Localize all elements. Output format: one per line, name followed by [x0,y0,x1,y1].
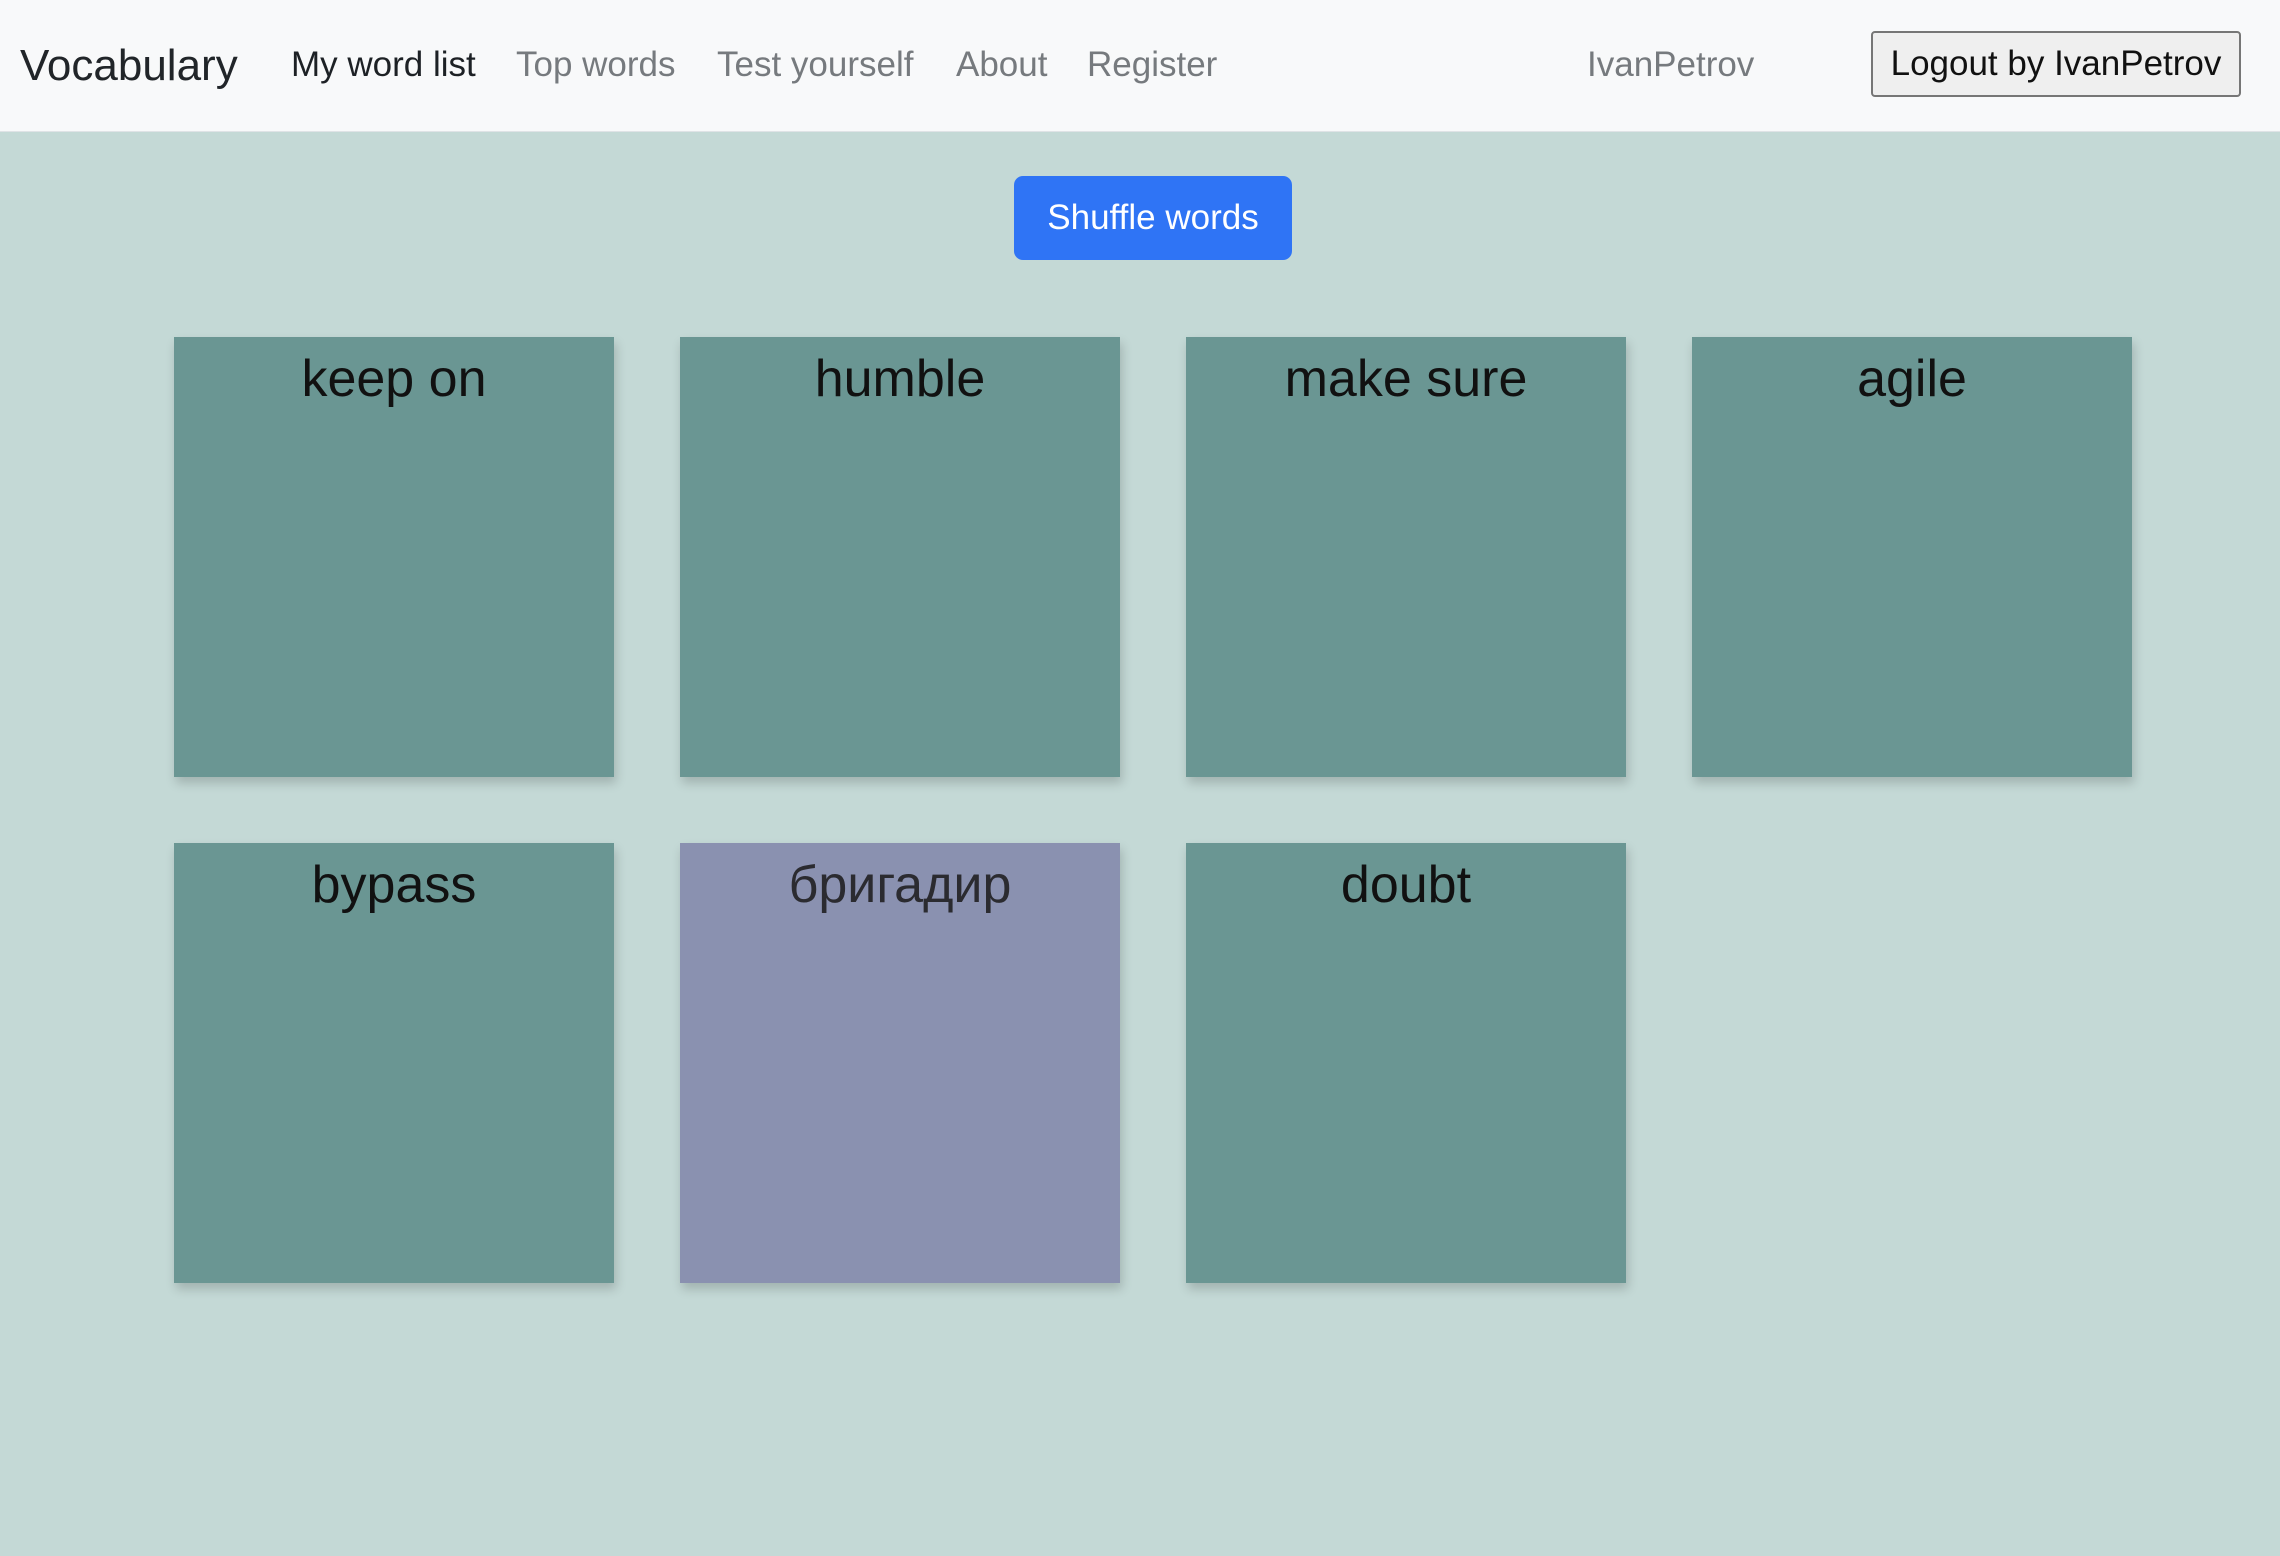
top-navbar: Vocabulary My word list Top words Test y… [0,0,2280,132]
word-card-grid: keep on humble make sure agile bypass бр… [174,337,2132,1283]
nav-about[interactable]: About [956,41,1047,89]
word-card-text: bypass [311,856,477,914]
word-card-text: keep on [301,350,487,408]
logout-button[interactable]: Logout by IvanPetrov [1871,31,2241,97]
word-card[interactable]: humble [680,337,1120,777]
word-card-text: make sure [1284,350,1528,408]
nav-my-word-list[interactable]: My word list [291,41,476,89]
shuffle-words-button[interactable]: Shuffle words [1014,176,1292,260]
username-label: IvanPetrov [1587,45,1755,84]
nav-register[interactable]: Register [1087,41,1217,89]
word-card[interactable]: bypass [174,843,614,1283]
word-card-text: agile [1857,350,1967,408]
brand-link[interactable]: Vocabulary [20,36,238,96]
word-card-text: humble [814,350,986,408]
nav-test-yourself[interactable]: Test yourself [717,41,913,89]
word-card[interactable]: keep on [174,337,614,777]
word-card-text: бригадир [788,856,1012,914]
word-card[interactable]: бригадир [680,843,1120,1283]
word-card-text: doubt [1340,856,1472,914]
word-card[interactable]: make sure [1186,337,1626,777]
word-card[interactable]: doubt [1186,843,1626,1283]
nav-top-words[interactable]: Top words [516,41,676,89]
word-card[interactable]: agile [1692,337,2132,777]
